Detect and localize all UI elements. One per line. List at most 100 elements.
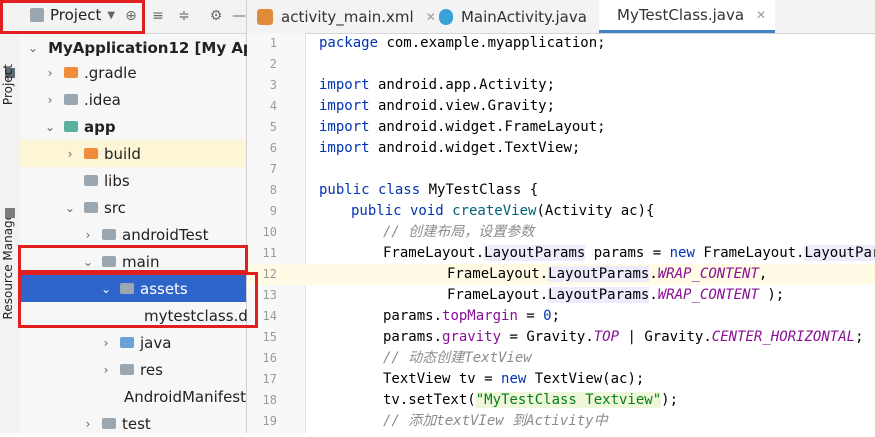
gear-icon[interactable]: ⚙ [208, 8, 224, 24]
code-line: 1 package com.example.myapplication; [269, 35, 606, 51]
code-line: 6 import android.widget.TextView; [269, 140, 581, 156]
tree-label: build [104, 144, 141, 163]
resource-folder-icon [120, 364, 134, 375]
code-line: 16 // 动态创建TextView [262, 350, 532, 366]
folder-icon [84, 202, 98, 213]
assets-folder-icon [120, 283, 134, 294]
java-class-icon [439, 8, 453, 25]
project-panel: Project ▼ ⊕ ≡ ≑ ⚙ — ⌄ MyApplication12 [M… [20, 0, 275, 433]
tree-label: java [140, 333, 172, 352]
tree-row-manifest[interactable]: AndroidManifest.x [20, 383, 260, 410]
project-view-icon [30, 8, 44, 22]
folder-icon [64, 94, 78, 105]
tree-label: MyApplication12 [My Appli [48, 38, 275, 57]
module-folder-icon [64, 121, 78, 132]
chevron-down-icon: ⌄ [100, 281, 112, 296]
source-folder-icon [120, 337, 134, 348]
tree-label: assets [140, 279, 188, 298]
project-toolbar: Project ▼ ⊕ ≡ ≑ ⚙ — [20, 0, 246, 34]
tree-row-res[interactable]: › res [20, 356, 246, 383]
code-line: 7 [269, 162, 277, 176]
tree-label: .gradle [84, 63, 137, 82]
tree-row-build[interactable]: › build [20, 140, 246, 167]
tree-label: libs [104, 171, 130, 190]
tree-label: androidTest [122, 225, 209, 244]
tree-row-src[interactable]: ⌄ src [20, 194, 246, 221]
code-line-current: 12 FrameLayout.LayoutParams.WRAP_CONTENT… [247, 264, 875, 285]
tree-row-assets[interactable]: ⌄ assets [20, 275, 246, 302]
code-line: 9 public void createView(Activity ac){ [269, 203, 655, 219]
tree-row-gradle[interactable]: › .gradle [20, 59, 246, 86]
tree-row-idea[interactable]: › .idea [20, 86, 246, 113]
code-line: 18 tv.setText("MyTestClass Textview"); [262, 392, 679, 408]
code-line: 8 public class MyTestClass { [269, 182, 539, 198]
tree-row-java[interactable]: › java [20, 329, 246, 356]
code-line: 15 params.gravity = Gravity.TOP | Gravit… [262, 329, 864, 345]
tab-label: MainActivity.java [460, 7, 587, 26]
tab-label: activity_main.xml [281, 7, 414, 26]
chevron-down-icon: ⌄ [64, 200, 76, 215]
chevron-right-icon: › [47, 92, 53, 107]
folder-icon [84, 148, 98, 159]
locate-target-icon[interactable]: ⊕ [123, 8, 139, 24]
code-line: 5 import android.widget.FrameLayout; [269, 119, 606, 135]
editor-tabs: activity_main.xml ✕ MainActivity.java ✕ … [247, 0, 875, 34]
chevron-down-icon: ⌄ [44, 119, 56, 134]
chevron-right-icon: › [85, 227, 91, 242]
chevron-down-icon: ▼ [107, 9, 116, 21]
resource-manager-label: Resource Manager [1, 208, 15, 320]
tree-label: main [122, 252, 160, 271]
tree-row-project-root[interactable]: ⌄ MyApplication12 [My Appli [20, 34, 275, 61]
tree-label: src [104, 198, 126, 217]
project-tool-tab[interactable]: Project [1, 6, 19, 105]
folder-icon [102, 256, 116, 267]
tab-mytestclass[interactable]: MyTestClass.java ✕ [599, 0, 775, 33]
resource-manager-icon [5, 208, 15, 218]
tree-row-androidtest[interactable]: › androidTest [20, 221, 246, 248]
tree-label: mytestclass.de [144, 306, 258, 325]
tree-label: AndroidManifest.x [124, 387, 260, 406]
chevron-right-icon: › [103, 335, 109, 350]
code-line: 3 import android.app.Activity; [269, 77, 556, 93]
chevron-right-icon: › [103, 362, 109, 377]
code-line: 17 TextView tv = new TextView(ac); [262, 371, 645, 387]
folder-icon [64, 67, 78, 78]
code-line: 11 FrameLayout.LayoutParams params = new… [247, 243, 875, 264]
chevron-right-icon: › [47, 65, 53, 80]
chevron-down-icon: ⌄ [28, 40, 39, 55]
code-line: 14 params.topMargin = 0; [262, 308, 561, 324]
tree-row-libs[interactable]: libs [20, 167, 246, 194]
chevron-right-icon: › [67, 146, 73, 161]
tree-row-app[interactable]: ⌄ app [20, 113, 246, 140]
tree-row-mytestclass[interactable]: mytestclass.de [20, 302, 257, 329]
chevron-right-icon: › [85, 416, 91, 431]
minimize-icon[interactable]: — [231, 8, 247, 24]
tree-row-main[interactable]: ⌄ main [20, 248, 246, 275]
code-line: 4 import android.view.Gravity; [269, 98, 556, 114]
project-view-selector[interactable]: Project ▼ [30, 6, 115, 24]
left-tool-strip: Project Resource Manager [0, 0, 21, 433]
xml-file-icon [257, 8, 273, 25]
tree-label: res [140, 360, 163, 379]
folder-icon [84, 175, 98, 186]
project-view-title: Project [50, 6, 102, 24]
code-line: 2 [269, 57, 277, 71]
resource-manager-tool-tab[interactable]: Resource Manager [1, 96, 19, 319]
tree-label: test [122, 414, 151, 433]
code-area[interactable]: 1 package com.example.myapplication; 2 3… [247, 33, 875, 433]
folder-icon [102, 229, 116, 240]
tab-label: MyTestClass.java [617, 6, 745, 24]
close-icon[interactable]: ✕ [756, 8, 766, 22]
chevron-down-icon: ⌄ [82, 254, 94, 269]
tab-mainactivity[interactable]: MainActivity.java ✕ [429, 0, 619, 33]
code-editor: activity_main.xml ✕ MainActivity.java ✕ … [247, 0, 875, 433]
expand-all-icon[interactable]: ≡ [150, 8, 166, 24]
tree-label: .idea [84, 90, 121, 109]
code-line: 10 // 创建布局，设置参数 [262, 224, 535, 240]
tab-activity-main[interactable]: activity_main.xml ✕ [247, 0, 449, 33]
collapse-all-icon[interactable]: ≑ [176, 8, 192, 24]
ide-window: Project Resource Manager Project ▼ ⊕ ≡ ≑… [0, 0, 875, 433]
code-line: 19 // 添加textVIew 到Activity中 [262, 413, 608, 429]
code-line: 13 FrameLayout.LayoutParams.WRAP_CONTENT… [262, 287, 785, 303]
folder-icon [102, 418, 116, 429]
